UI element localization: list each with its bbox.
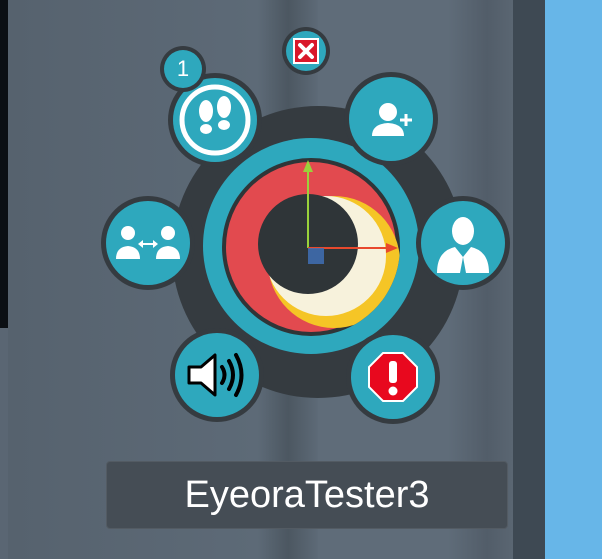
background-shadow xyxy=(0,0,8,328)
profile-button[interactable] xyxy=(416,196,510,290)
player-avatar-preview xyxy=(222,158,400,336)
footprints-icon xyxy=(179,84,251,156)
eyeora-logo-icon xyxy=(226,160,400,332)
switch-users-button[interactable] xyxy=(101,196,195,290)
user-swap-icon xyxy=(116,226,180,259)
audio-button[interactable] xyxy=(170,328,264,422)
report-button[interactable] xyxy=(346,330,440,424)
background-edge xyxy=(513,0,545,559)
person-icon xyxy=(437,217,489,273)
close-icon xyxy=(293,38,319,64)
background-sky xyxy=(545,0,602,559)
player-name-label: EyeoraTester3 xyxy=(106,461,508,529)
notification-count: 1 xyxy=(164,50,202,88)
notification-badge: 1 xyxy=(160,46,206,92)
speaker-icon xyxy=(187,353,244,397)
add-person-icon xyxy=(372,103,412,136)
add-friend-button[interactable] xyxy=(344,72,438,166)
warning-octagon-icon xyxy=(368,352,418,402)
close-button[interactable] xyxy=(282,27,330,75)
